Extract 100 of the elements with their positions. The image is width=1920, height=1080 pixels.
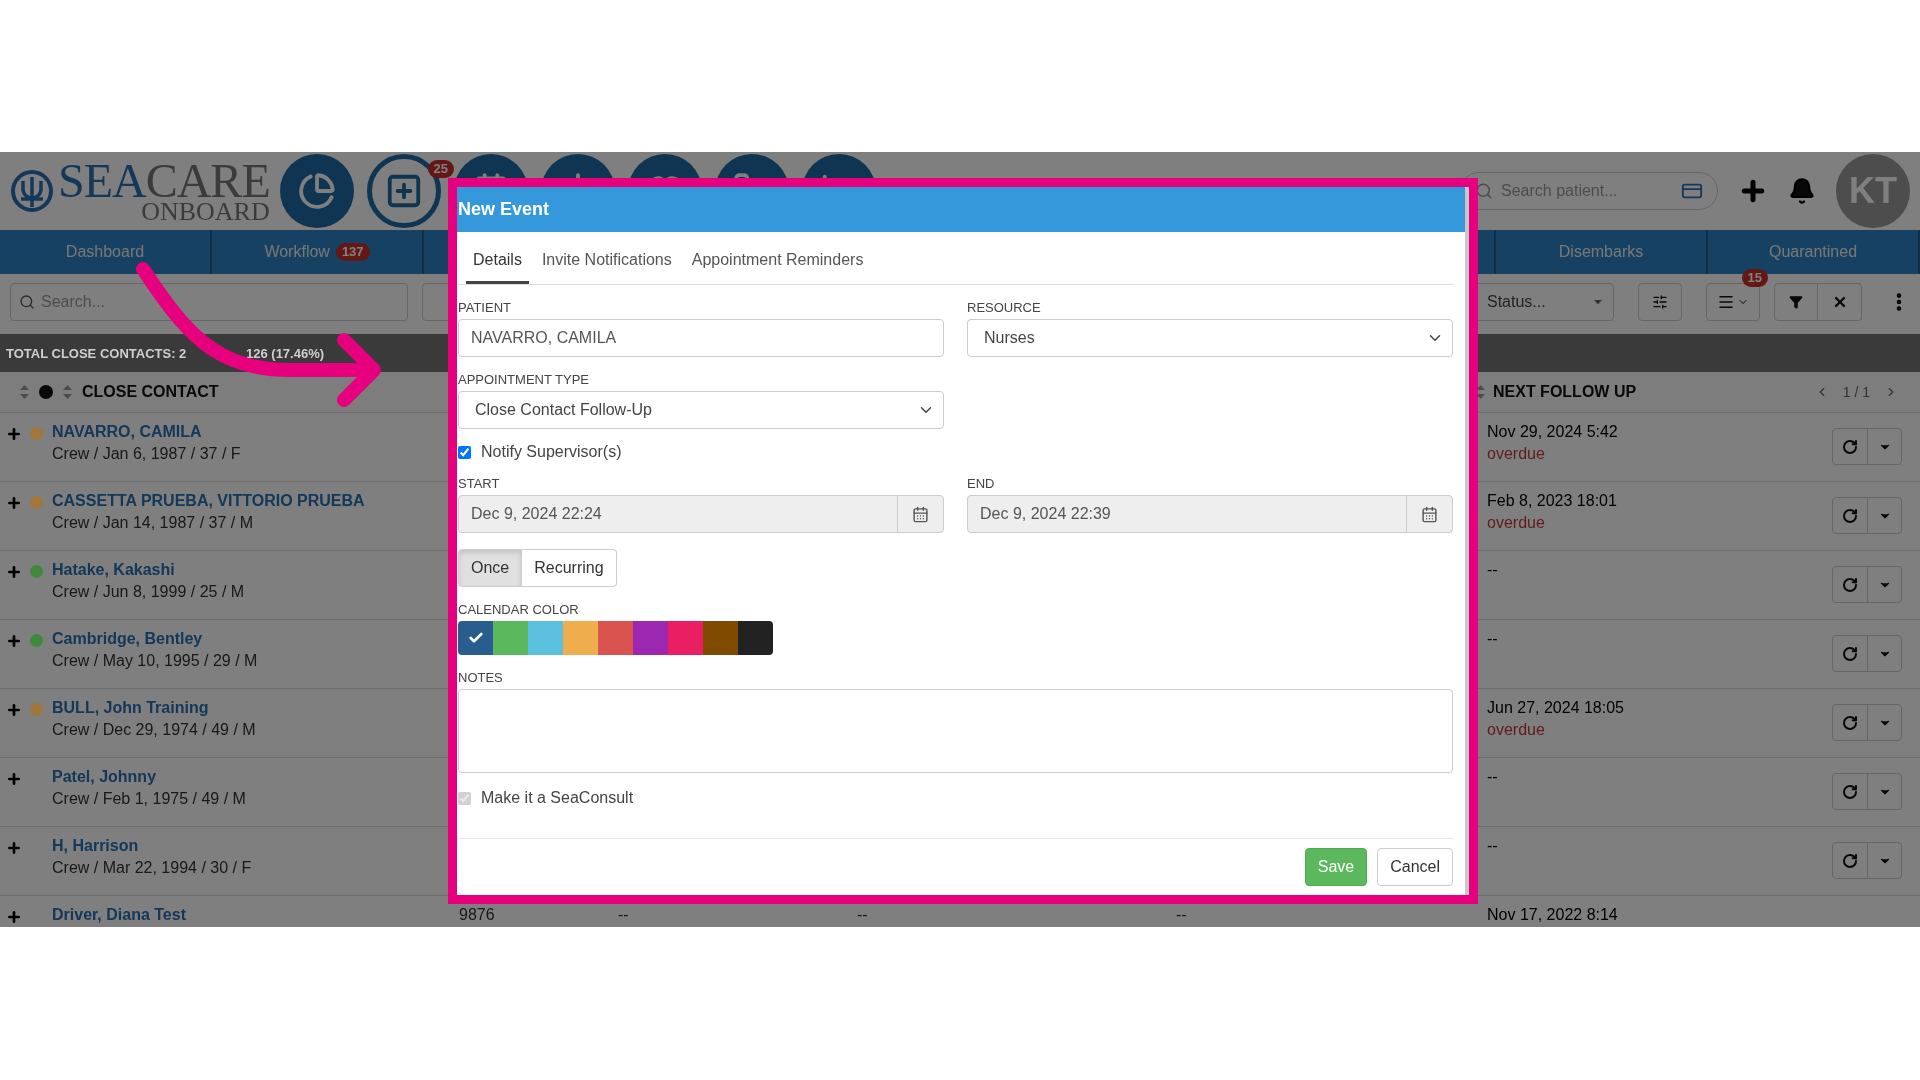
patient-name-link[interactable]: Driver, Diana Test: [52, 906, 186, 924]
refresh-icon: [1842, 645, 1858, 662]
search-icon: [19, 294, 35, 310]
table-cell: 9876: [459, 906, 495, 923]
expand-icon[interactable]: [6, 564, 22, 580]
notes-field[interactable]: [458, 689, 1453, 773]
overdue-label: overdue: [1487, 514, 1546, 532]
field-label: PATIENT: [458, 300, 512, 315]
clear-button[interactable]: [1818, 283, 1862, 321]
color-swatch[interactable]: [703, 621, 738, 655]
color-swatch[interactable]: [528, 621, 563, 655]
count-badge: 137: [335, 242, 370, 262]
check-icon: [467, 630, 484, 646]
follow-up-date: --: [1487, 561, 1498, 579]
nav-tab[interactable]: Disembarks: [1496, 230, 1708, 274]
field-label: RESOURCE: [967, 300, 1042, 315]
color-swatch[interactable]: [633, 621, 668, 655]
refresh-icon: [1842, 438, 1858, 455]
summary-text: 126 (17.46%): [246, 345, 325, 361]
patient-name-link[interactable]: CASSETTA PRUEBA, VITTORIO PRUEBA: [52, 492, 365, 510]
pie-chart-icon: [298, 172, 336, 210]
follow-up-date: Nov 17, 2022 8:14: [1487, 906, 1618, 924]
follow-up-date: --: [1487, 768, 1498, 786]
search-icon: [1475, 182, 1493, 200]
patient-name-link[interactable]: NAVARRO, CAMILA: [52, 423, 241, 441]
resource-select[interactable]: Nurses: [967, 319, 1453, 357]
dialog-tab[interactable]: Invite Notifications: [534, 251, 679, 284]
logo-tagline: ONBOARD: [141, 199, 270, 225]
trident-logo-icon: [10, 169, 54, 213]
settings-button[interactable]: [1638, 283, 1682, 321]
plus-square-icon: [385, 172, 423, 210]
follow-up-date: Nov 29, 2024 5:42: [1487, 423, 1618, 441]
field-label: NOTES: [458, 670, 504, 685]
expand-icon[interactable]: [6, 633, 22, 649]
status-placeholder: Status...: [1487, 293, 1547, 311]
patient-name-link[interactable]: Hatake, Kakashi: [52, 561, 245, 579]
cancel-button[interactable]: Cancel: [1377, 848, 1453, 886]
checkbox-label: Notify Supervisor(s): [481, 443, 622, 461]
expand-icon[interactable]: [6, 909, 22, 925]
color-swatch[interactable]: [668, 621, 703, 655]
patient-details: Crew / Dec 29, 1974 / 49 / M: [52, 721, 256, 739]
sort-icon[interactable]: [20, 385, 29, 399]
refresh-icon: [1842, 852, 1858, 869]
color-swatch[interactable]: [738, 621, 773, 655]
expand-icon[interactable]: [6, 495, 22, 511]
summary-text: TOTAL CLOSE CONTACTS: 2: [6, 345, 188, 361]
patient-details: Crew / Mar 22, 1994 / 30 / F: [52, 859, 252, 877]
patient-field[interactable]: NAVARRO, CAMILA: [458, 319, 944, 357]
columns-button[interactable]: [1706, 283, 1760, 321]
appointment-type-select[interactable]: Close Contact Follow-Up: [458, 391, 944, 429]
patient-details: Crew / Jan 14, 1987 / 37 / M: [52, 514, 254, 532]
follow-up-date: --: [1487, 630, 1498, 648]
patient-name-link[interactable]: BULL, John Training: [52, 699, 256, 717]
follow-up-date: --: [1487, 837, 1498, 855]
frequency-option[interactable]: Once: [458, 549, 523, 587]
table-cell: --: [1176, 906, 1187, 923]
frequency-option[interactable]: Recurring: [522, 549, 617, 587]
follow-up-date: Jun 27, 2024 18:05: [1487, 699, 1624, 717]
table-cell: --: [857, 906, 868, 923]
table-cell: --: [618, 906, 629, 923]
patient-name-link[interactable]: Patel, Johnny: [52, 768, 246, 786]
expand-icon[interactable]: [6, 702, 22, 718]
expand-icon[interactable]: [6, 840, 22, 856]
dot-icon: [39, 385, 53, 399]
dialog-tab[interactable]: Appointment Reminders: [684, 251, 871, 284]
dialog-title: New Event: [457, 187, 1465, 232]
filter-button[interactable]: [1774, 283, 1818, 321]
refresh-icon: [1842, 507, 1858, 524]
notify-checkbox[interactable]: [458, 445, 471, 459]
refresh-icon: [1842, 783, 1858, 800]
nav-tab[interactable]: Workflow 137: [212, 230, 424, 274]
color-swatch[interactable]: [563, 621, 598, 655]
sort-icon[interactable]: [63, 385, 72, 399]
menu-icon: [1717, 293, 1735, 311]
patient-name-link[interactable]: Cambridge, Bentley: [52, 630, 258, 648]
sort-icon[interactable]: [1476, 385, 1485, 399]
color-swatch[interactable]: [598, 621, 633, 655]
field-label: APPOINTMENT TYPE: [458, 372, 590, 387]
patient-details: Crew / Jun 8, 1999 / 25 / M: [52, 583, 245, 601]
expand-icon[interactable]: [6, 426, 22, 442]
sliders-icon: [1652, 294, 1668, 310]
field-label: CALENDAR COLOR: [458, 602, 580, 617]
bell-icon[interactable]: [1788, 177, 1816, 205]
checkbox-label: Make it a SeaConsult: [481, 789, 634, 807]
follow-up-date: Feb 8, 2023 18:01: [1487, 492, 1617, 510]
notification-badge: 25: [427, 160, 454, 179]
refresh-icon: [1842, 714, 1858, 731]
field-label: START: [458, 476, 501, 491]
save-button[interactable]: Save: [1304, 848, 1368, 886]
overdue-label: overdue: [1487, 445, 1546, 463]
expand-icon[interactable]: [6, 771, 22, 787]
overdue-label: overdue: [1487, 721, 1546, 739]
nav-tab[interactable]: Dashboard: [0, 230, 212, 274]
patient-name-link[interactable]: H, Harrison: [52, 837, 252, 855]
field-label: END: [967, 476, 996, 491]
color-swatch[interactable]: [458, 621, 493, 655]
color-swatch[interactable]: [493, 621, 528, 655]
refresh-icon: [1842, 576, 1858, 593]
column-header[interactable]: CLOSE CONTACT: [82, 383, 219, 401]
column-header[interactable]: NEXT FOLLOW UP: [1493, 383, 1637, 401]
